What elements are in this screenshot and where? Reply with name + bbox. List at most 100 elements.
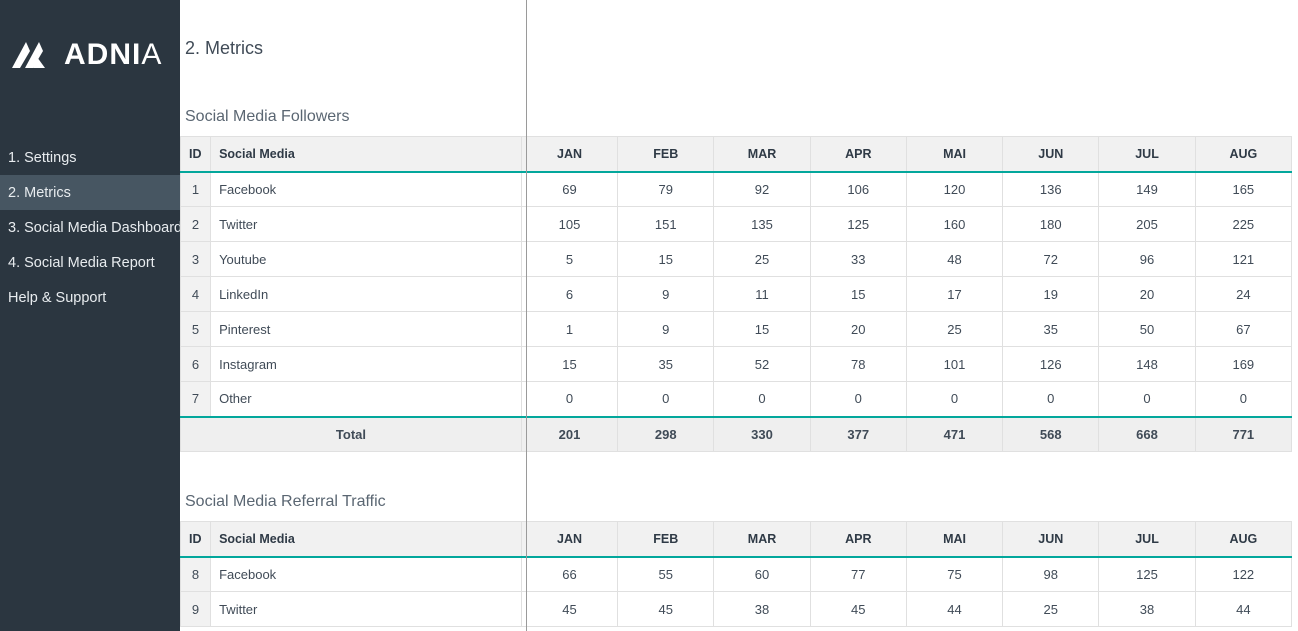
cell-value[interactable]: 125	[809, 206, 907, 242]
cell-value[interactable]: 0	[905, 381, 1004, 417]
cell-value[interactable]: 0	[1002, 381, 1100, 417]
cell-value[interactable]: 122	[1194, 556, 1293, 592]
column-header-jan[interactable]: JAN	[520, 521, 619, 558]
column-header-jun[interactable]: JUN	[1002, 521, 1100, 558]
column-header-id[interactable]: ID	[180, 521, 212, 558]
cell-value[interactable]: 148	[1098, 346, 1196, 382]
cell-value[interactable]: 45	[809, 591, 907, 627]
cell-value[interactable]: 105	[520, 206, 619, 242]
cell-name[interactable]: Other	[210, 381, 522, 417]
cell-value[interactable]: 9	[617, 276, 715, 312]
cell-value[interactable]: 98	[1002, 556, 1100, 592]
cell-value[interactable]: 0	[1098, 381, 1196, 417]
cell-value[interactable]: 17	[905, 276, 1004, 312]
column-header-jan[interactable]: JAN	[520, 136, 619, 173]
table-row[interactable]: 1 Facebook 69 79 92 106 120 136 149 165	[180, 171, 1293, 207]
cell-name[interactable]: Youtube	[210, 241, 522, 277]
cell-value[interactable]: 160	[905, 206, 1004, 242]
cell-value[interactable]: 92	[713, 171, 811, 207]
cell-value[interactable]: 0	[520, 381, 619, 417]
cell-value[interactable]: 120	[905, 171, 1004, 207]
column-header-jul[interactable]: JUL	[1098, 521, 1196, 558]
cell-value[interactable]: 25	[713, 241, 811, 277]
cell-value[interactable]: 38	[713, 591, 811, 627]
table-row[interactable]: 5 Pinterest 1 9 15 20 25 35 50 67	[180, 311, 1293, 347]
cell-value[interactable]: 0	[1194, 381, 1293, 417]
cell-value[interactable]: 149	[1098, 171, 1196, 207]
cell-value[interactable]: 135	[713, 206, 811, 242]
cell-value[interactable]: 6	[520, 276, 619, 312]
cell-value[interactable]: 151	[617, 206, 715, 242]
cell-value[interactable]: 5	[520, 241, 619, 277]
cell-value[interactable]: 136	[1002, 171, 1100, 207]
cell-value[interactable]: 15	[809, 276, 907, 312]
table-row[interactable]: 6 Instagram 15 35 52 78 101 126 148 169	[180, 346, 1293, 382]
cell-value[interactable]: 77	[809, 556, 907, 592]
cell-name[interactable]: Instagram	[210, 346, 522, 382]
cell-value[interactable]: 66	[520, 556, 619, 592]
cell-value[interactable]: 79	[617, 171, 715, 207]
cell-value[interactable]: 180	[1002, 206, 1100, 242]
cell-name[interactable]: Twitter	[210, 206, 522, 242]
cell-value[interactable]: 101	[905, 346, 1004, 382]
column-header-name[interactable]: Social Media	[210, 136, 522, 173]
cell-value[interactable]: 38	[1098, 591, 1196, 627]
table-row[interactable]: 7 Other 0 0 0 0 0 0 0 0	[180, 381, 1293, 417]
cell-value[interactable]: 67	[1194, 311, 1293, 347]
cell-value[interactable]: 25	[905, 311, 1004, 347]
cell-value[interactable]: 75	[905, 556, 1004, 592]
cell-value[interactable]: 225	[1194, 206, 1293, 242]
cell-value[interactable]: 50	[1098, 311, 1196, 347]
cell-value[interactable]: 55	[617, 556, 715, 592]
column-header-mai[interactable]: MAI	[905, 521, 1004, 558]
cell-name[interactable]: LinkedIn	[210, 276, 522, 312]
cell-value[interactable]: 44	[1194, 591, 1293, 627]
cell-value[interactable]: 205	[1098, 206, 1196, 242]
cell-value[interactable]: 20	[1098, 276, 1196, 312]
cell-value[interactable]: 20	[809, 311, 907, 347]
column-header-apr[interactable]: APR	[809, 136, 907, 173]
sidebar-item-social-media-report[interactable]: 4. Social Media Report	[0, 245, 180, 280]
cell-value[interactable]: 45	[617, 591, 715, 627]
column-header-id[interactable]: ID	[180, 136, 212, 173]
column-header-jul[interactable]: JUL	[1098, 136, 1196, 173]
cell-value[interactable]: 15	[520, 346, 619, 382]
column-header-mai[interactable]: MAI	[905, 136, 1004, 173]
cell-name[interactable]: Facebook	[210, 556, 522, 592]
cell-value[interactable]: 165	[1194, 171, 1293, 207]
cell-value[interactable]: 48	[905, 241, 1004, 277]
cell-value[interactable]: 72	[1002, 241, 1100, 277]
sidebar-item-social-media-dashboard[interactable]: 3. Social Media Dashboard	[0, 210, 182, 245]
cell-value[interactable]: 11	[713, 276, 811, 312]
cell-value[interactable]: 0	[617, 381, 715, 417]
column-header-mar[interactable]: MAR	[713, 136, 811, 173]
cell-value[interactable]: 45	[520, 591, 619, 627]
cell-value[interactable]: 19	[1002, 276, 1100, 312]
column-header-name[interactable]: Social Media	[210, 521, 522, 558]
sidebar-item-help-and-support[interactable]: Help & Support	[0, 280, 180, 315]
column-header-jun[interactable]: JUN	[1002, 136, 1100, 173]
cell-value[interactable]: 33	[809, 241, 907, 277]
cell-value[interactable]: 1	[520, 311, 619, 347]
cell-value[interactable]: 106	[809, 171, 907, 207]
cell-name[interactable]: Facebook	[210, 171, 522, 207]
cell-name[interactable]: Pinterest	[210, 311, 522, 347]
cell-value[interactable]: 69	[520, 171, 619, 207]
cell-value[interactable]: 52	[713, 346, 811, 382]
table-row[interactable]: 8 Facebook 66 55 60 77 75 98 125 122	[180, 556, 1293, 592]
cell-value[interactable]: 0	[809, 381, 907, 417]
table-row[interactable]: 3 Youtube 5 15 25 33 48 72 96 121	[180, 241, 1293, 277]
table-row[interactable]: 4 LinkedIn 6 9 11 15 17 19 20 24	[180, 276, 1293, 312]
column-header-mar[interactable]: MAR	[713, 521, 811, 558]
column-header-apr[interactable]: APR	[809, 521, 907, 558]
cell-value[interactable]: 121	[1194, 241, 1293, 277]
cell-value[interactable]: 15	[713, 311, 811, 347]
table-row[interactable]: 2 Twitter 105 151 135 125 160 180 205 22…	[180, 206, 1293, 242]
cell-value[interactable]: 0	[713, 381, 811, 417]
cell-value[interactable]: 35	[617, 346, 715, 382]
cell-value[interactable]: 78	[809, 346, 907, 382]
cell-value[interactable]: 126	[1002, 346, 1100, 382]
sidebar-item-settings[interactable]: 1. Settings	[0, 140, 180, 175]
cell-value[interactable]: 60	[713, 556, 811, 592]
cell-value[interactable]: 25	[1002, 591, 1100, 627]
